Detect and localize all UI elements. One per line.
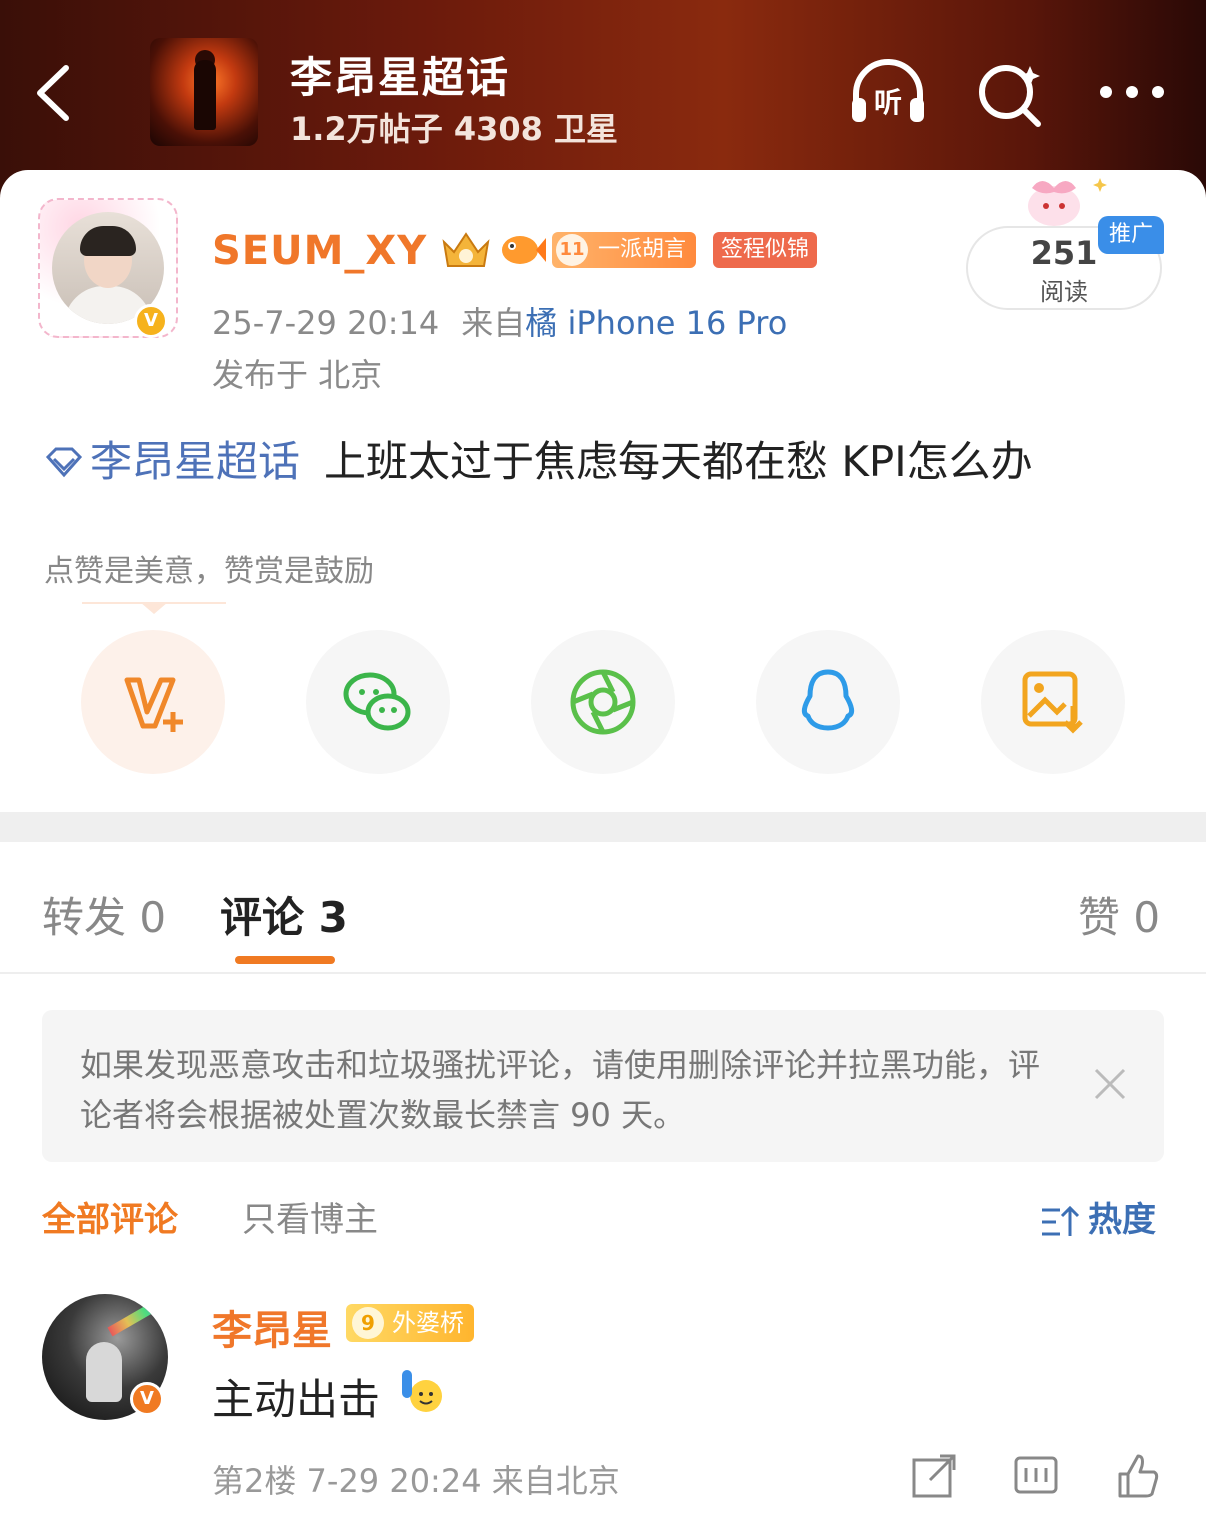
tab-like[interactable]: 赞 0: [1078, 884, 1160, 945]
post-text: 上班太过于焦虑每天都在愁 KPI怎么办: [324, 437, 1033, 486]
post-card: V SEUM_XY 11 一派胡言 签程似锦 25-7-29 20:14 来自橘 …: [0, 170, 1206, 810]
close-icon[interactable]: [1092, 1066, 1128, 1102]
post-device[interactable]: 橘 iPhone 16 Pro: [525, 304, 787, 342]
wechat-icon: [343, 672, 411, 731]
reward-hint: 点赞是美意，赞赏是鼓励: [44, 554, 374, 589]
qq-share-button[interactable]: [756, 630, 900, 774]
comment-text: 主动出击: [212, 1375, 381, 1424]
topic-title[interactable]: 李昂星超话: [290, 44, 510, 105]
tab-divider: [0, 972, 1206, 974]
listen-icon[interactable]: 听: [848, 56, 928, 132]
fan-level-badge[interactable]: 11 一派胡言: [552, 232, 697, 268]
filter-all-comments[interactable]: 全部评论: [42, 1192, 178, 1241]
topic-stats: 1.2万帖子 4308 卫星: [290, 110, 619, 148]
sort-icon: [1042, 1205, 1080, 1236]
section-separator: [0, 812, 1206, 842]
reply-comment-icon[interactable]: [1012, 1452, 1060, 1500]
v-plus-icon: [124, 677, 183, 732]
tab-comment[interactable]: 评论 3: [220, 884, 348, 945]
search-icon[interactable]: [972, 56, 1052, 132]
hint-pointer-icon: [140, 602, 168, 614]
source-prefix: 来自: [461, 304, 526, 342]
post-meta: 25-7-29 20:14 来自橘 iPhone 16 Pro: [212, 298, 787, 344]
author-avatar[interactable]: V: [38, 198, 178, 338]
v-plus-button[interactable]: [81, 630, 225, 774]
comment-meta: 第2楼 7-29 20:24 来自北京: [212, 1462, 620, 1500]
post-location: 发布于 北京: [212, 356, 383, 394]
listen-icon-text: 听: [874, 86, 902, 119]
read-count-label: 阅读: [1040, 278, 1088, 306]
commenter-badge-title: 外婆桥: [392, 1309, 464, 1337]
filter-owner-only[interactable]: 只看博主: [242, 1192, 378, 1241]
more-icon[interactable]: [1092, 56, 1172, 132]
notice-text: 如果发现恶意攻击和垃圾骚扰评论，请使用删除评论并拉黑功能，评论者将会根据被处置次…: [80, 1046, 1041, 1134]
wechat-share-button[interactable]: [306, 630, 450, 774]
share-comment-icon[interactable]: [910, 1452, 958, 1500]
qq-icon: [801, 669, 855, 731]
commenter-name[interactable]: 李昂星: [212, 1298, 332, 1356]
sort-label: 热度: [1088, 1200, 1156, 1240]
share-row: [0, 630, 1206, 774]
topic-link[interactable]: 李昂星超话: [90, 437, 300, 486]
raise-hand-emoji-icon: [398, 1366, 446, 1414]
author-username[interactable]: SEUM_XY: [212, 228, 427, 274]
verified-badge-icon: V: [134, 304, 168, 338]
decorative-sticker-icon: [1002, 172, 1112, 228]
author-tag[interactable]: 签程似锦: [713, 232, 818, 268]
save-image-icon: [1022, 671, 1083, 734]
tab-repost[interactable]: 转发 0: [42, 884, 166, 945]
sort-button[interactable]: 热度: [1040, 1192, 1156, 1241]
back-icon[interactable]: [30, 58, 80, 128]
active-tab-indicator: [235, 956, 335, 964]
fish-badge-icon[interactable]: [498, 230, 546, 270]
save-image-button[interactable]: [981, 630, 1125, 774]
like-comment-icon[interactable]: [1114, 1452, 1162, 1500]
promote-button[interactable]: 推广: [1098, 216, 1164, 254]
commenter-badge-number: 9: [352, 1307, 384, 1339]
post-timestamp: 25-7-29 20:14: [212, 304, 440, 342]
post-body: 李昂星超话 上班太过于焦虑每天都在愁 KPI怎么办: [44, 428, 1033, 489]
topic-diamond-icon: [44, 440, 84, 489]
commenter-fan-badge[interactable]: 9 外婆桥: [346, 1304, 474, 1342]
crown-badge-icon[interactable]: [440, 228, 492, 272]
fan-level-number: 11: [556, 234, 588, 266]
moments-icon: [570, 669, 636, 735]
moments-share-button[interactable]: [531, 630, 675, 774]
topic-cover-image[interactable]: [150, 38, 258, 146]
comment-notice: 如果发现恶意攻击和垃圾骚扰评论，请使用删除评论并拉黑功能，评论者将会根据被处置次…: [42, 1010, 1164, 1162]
fan-level-title: 一派胡言: [598, 237, 687, 262]
commenter-verified-icon: V: [130, 1382, 164, 1416]
